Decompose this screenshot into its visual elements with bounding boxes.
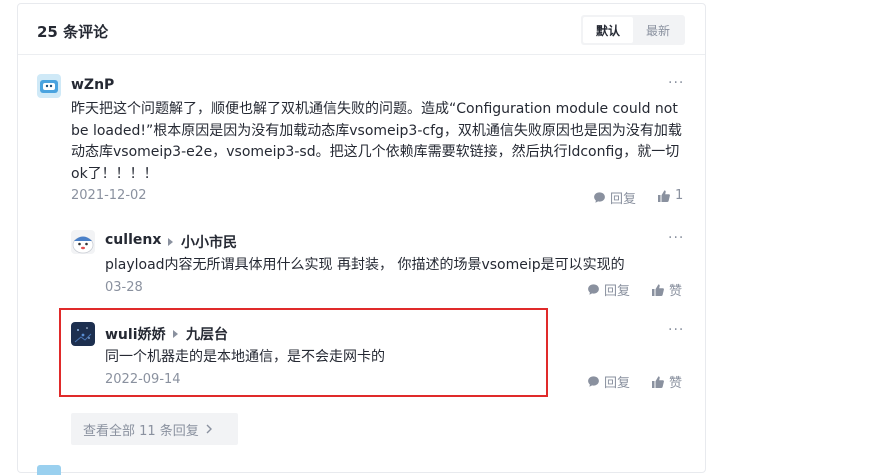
avatar[interactable] xyxy=(71,322,95,346)
comments-panel: 25 条评论 默认 最新 wZnP ··· 昨天把这个问题解了，顺便也解了双机通… xyxy=(17,3,706,475)
reply-author[interactable]: wuli娇娇 xyxy=(105,324,166,344)
reply-arrow-icon xyxy=(173,330,178,338)
thumbs-up-icon xyxy=(658,189,670,202)
more-options-icon[interactable]: ··· xyxy=(668,230,684,246)
reply-to-user[interactable]: 九层台 xyxy=(173,324,228,344)
reply-label: 回复 xyxy=(604,376,631,391)
reply-date: 03-28 xyxy=(105,280,143,295)
view-all-replies-button[interactable]: 查看全部 11 条回复 xyxy=(71,413,238,445)
reply-label: 回复 xyxy=(604,284,631,299)
comment-date: 2021-12-02 xyxy=(71,188,147,203)
comments-header: 25 条评论 默认 最新 xyxy=(18,4,705,54)
header-divider xyxy=(18,54,705,55)
comment-author[interactable]: wZnP xyxy=(71,77,114,93)
more-options-icon[interactable]: ··· xyxy=(668,322,684,338)
sort-default-button[interactable]: 默认 xyxy=(583,17,633,43)
thumbs-up-icon xyxy=(652,283,664,296)
reply-to-user[interactable]: 小小市民 xyxy=(168,232,237,252)
sort-toggle: 默认 最新 xyxy=(581,15,685,45)
like-label: 赞 xyxy=(669,376,683,391)
reply-content: 同一个机器走的是本地通信，是不会走网卡的 xyxy=(105,349,385,365)
more-options-icon[interactable]: ··· xyxy=(668,75,684,91)
reply-button[interactable]: 回复 xyxy=(587,372,630,391)
like-count: 1 xyxy=(675,188,684,203)
reply-to-name: 小小市民 xyxy=(181,235,237,251)
reply-arrow-icon xyxy=(168,238,173,246)
reply-author[interactable]: cullenx xyxy=(105,232,161,248)
comments-count-title: 25 条评论 xyxy=(37,23,109,41)
avatar[interactable] xyxy=(71,230,95,254)
reply-to-name: 九层台 xyxy=(186,327,228,343)
comment-bubble-icon xyxy=(588,284,599,295)
sort-newest-button[interactable]: 最新 xyxy=(633,17,683,43)
reply-date: 2022-09-14 xyxy=(105,372,181,387)
like-button[interactable]: 赞 xyxy=(651,372,682,391)
like-button[interactable]: 1 xyxy=(657,188,683,203)
comment-content: 昨天把这个问题解了，顺便也解了双机通信失败的问题。造成“Configuratio… xyxy=(71,101,682,182)
avatar[interactable] xyxy=(37,74,61,98)
view-all-label: 查看全部 11 条回复 xyxy=(83,423,199,439)
reply-button[interactable]: 回复 xyxy=(593,188,636,207)
reply-button[interactable]: 回复 xyxy=(587,280,630,299)
comment-bubble-icon xyxy=(594,192,605,203)
like-button[interactable]: 赞 xyxy=(651,280,682,299)
thumbs-up-icon xyxy=(652,375,664,388)
like-label: 赞 xyxy=(669,284,683,299)
chevron-right-icon xyxy=(206,424,212,434)
reply-content: playload内容无所谓具体用什么实现 再封装， 你描述的场景vsomeip是… xyxy=(105,257,625,273)
comment-bubble-icon xyxy=(588,376,599,387)
reply-label: 回复 xyxy=(610,192,637,207)
